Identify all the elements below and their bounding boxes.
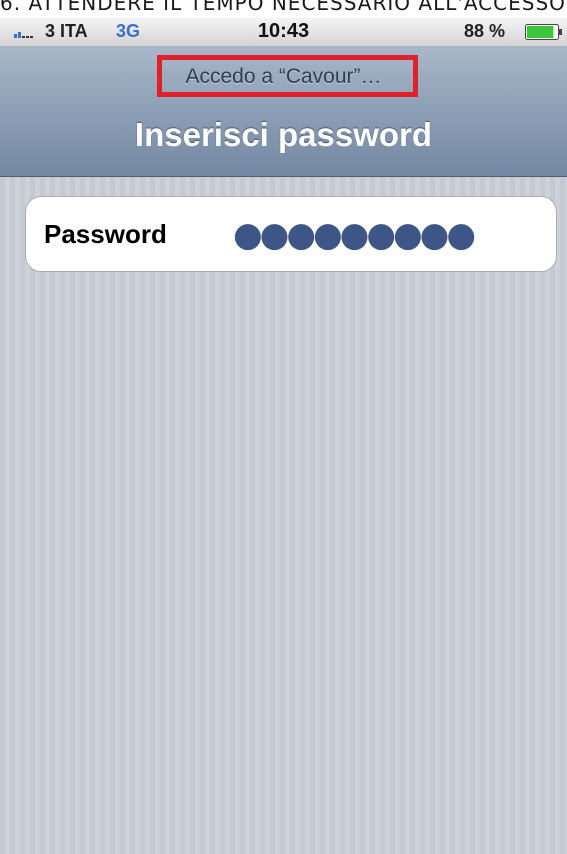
- status-bar: 3 ITA 3G 10:43 88 %: [0, 18, 567, 47]
- screen: 6. ATTENDERE IL TEMPO NECESSARIO ALL'ACC…: [0, 0, 567, 854]
- password-field[interactable]: [231, 212, 535, 258]
- password-form-group: Password: [25, 196, 557, 272]
- battery-icon: [525, 24, 562, 40]
- page-title: Inserisci password: [134, 116, 433, 153]
- highlight-box: [157, 55, 418, 97]
- instruction-caption-text: 6. ATTENDERE IL TEMPO NECESSARIO ALL'ACC…: [0, 0, 566, 15]
- battery-percentage: 88 %: [463, 21, 505, 41]
- password-label: Password: [44, 219, 167, 249]
- navigation-bar: Accedo a “Cavour”… Inserisci password: [0, 46, 567, 177]
